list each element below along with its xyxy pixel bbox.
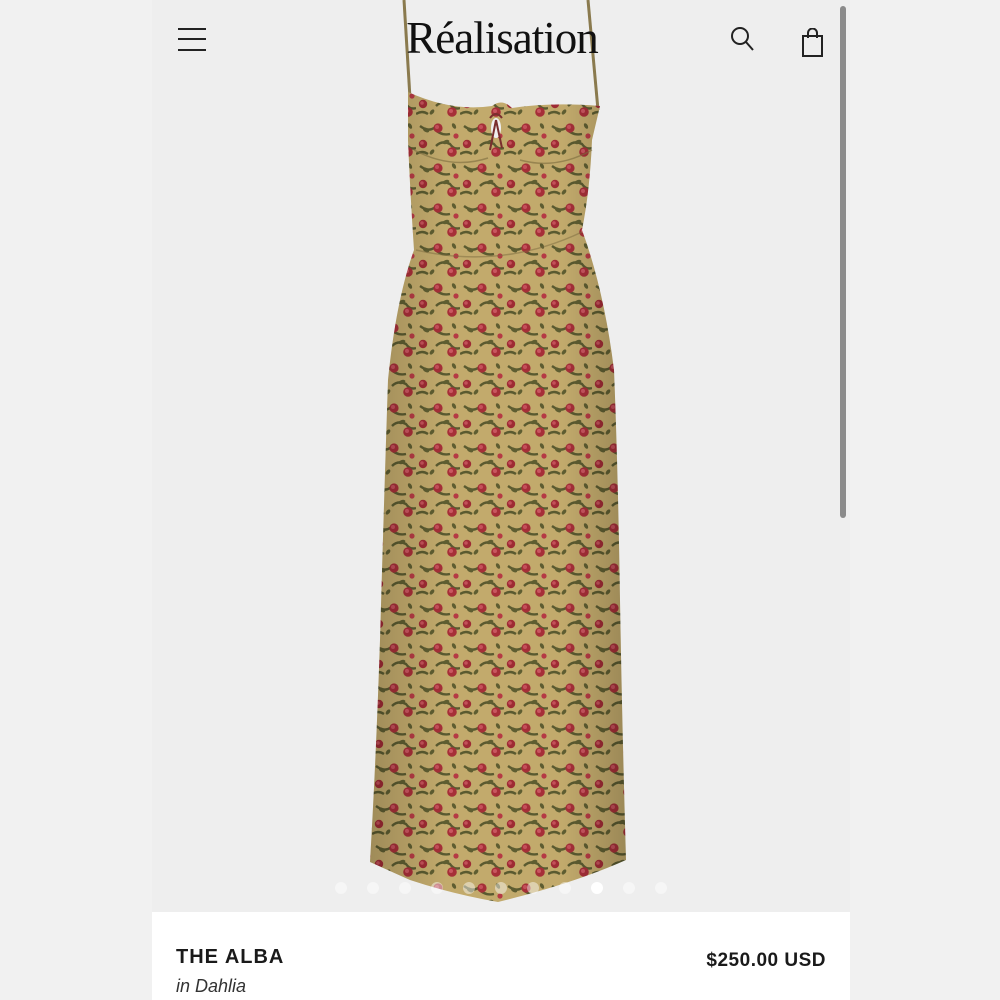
carousel-dot[interactable] [495,882,507,894]
left-backdrop [0,0,152,1000]
product-price: $250.00 USD [706,950,826,971]
product-image[interactable] [152,0,850,912]
shopping-bag-icon[interactable] [800,27,826,58]
carousel-dot[interactable] [431,882,443,894]
product-info: THE ALBA in Dahlia $250.00 USD [152,912,850,1000]
carousel-dot[interactable] [591,882,603,894]
carousel-dot[interactable] [527,882,539,894]
carousel-dot[interactable] [335,882,347,894]
carousel-dot[interactable] [623,882,635,894]
site-header: Réalisation [152,0,850,82]
scrollbar[interactable] [840,6,846,518]
carousel-dot[interactable] [367,882,379,894]
carousel-dot[interactable] [559,882,571,894]
carousel-dots [152,882,850,896]
product-color: in Dahlia [176,976,247,996]
product-name[interactable]: THE ALBA [176,946,284,969]
carousel-dot[interactable] [655,882,667,894]
brand-logo[interactable]: Réalisation [392,12,612,64]
right-backdrop [850,0,1000,1000]
carousel-dot[interactable] [463,882,475,894]
product-page: Réalisation THE ALBA in Dahlia $250.00 U… [152,0,850,1000]
hamburger-menu-icon[interactable] [176,26,208,54]
carousel-dot[interactable] [399,882,411,894]
search-icon[interactable] [730,26,756,54]
